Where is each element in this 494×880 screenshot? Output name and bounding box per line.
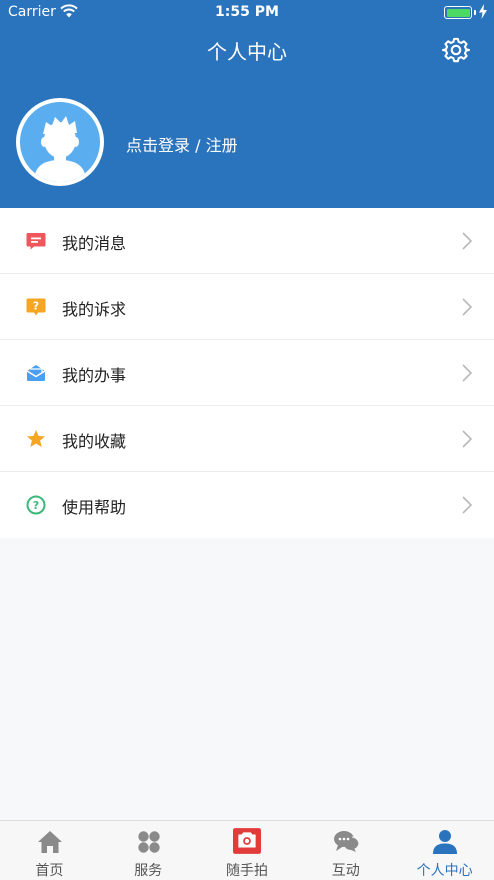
login-register-link[interactable]: 点击登录 / 注册	[126, 132, 238, 156]
tab-profile[interactable]: 个人中心	[395, 821, 494, 880]
menu-item-help[interactable]: ? 使用帮助	[0, 472, 494, 538]
menu-item-favorites[interactable]: 我的收藏	[0, 406, 494, 472]
user-avatar[interactable]	[16, 98, 104, 186]
chevron-right-icon	[462, 364, 472, 382]
chat-icon	[334, 831, 360, 854]
settings-gear-icon[interactable]	[442, 36, 470, 64]
question-box-icon: ?	[26, 298, 46, 316]
tab-interaction[interactable]: 互动	[296, 821, 395, 880]
status-bar: Carrier 1:55 PM	[0, 0, 494, 26]
profile-menu: 我的消息 ? 我的诉求 我的办事 我的收藏 ? 使用帮助	[0, 208, 494, 538]
tab-label-profile: 个人中心	[416, 863, 473, 879]
battery-icon	[444, 6, 472, 19]
menu-label-favorites: 我的收藏	[62, 432, 127, 451]
help-circle-icon: ?	[26, 495, 46, 515]
tab-label-services: 服务	[134, 863, 163, 879]
page-title: 个人中心	[207, 40, 287, 64]
menu-item-appeals[interactable]: ? 我的诉求	[0, 274, 494, 340]
home-icon	[38, 831, 62, 853]
tab-home[interactable]: 首页	[0, 821, 99, 880]
charging-icon	[479, 4, 487, 19]
svg-text:?: ?	[33, 300, 39, 313]
svg-text:?: ?	[33, 499, 39, 512]
tab-label-home: 首页	[35, 863, 64, 879]
person-icon	[433, 830, 458, 854]
chevron-right-icon	[462, 430, 472, 448]
menu-label-appeals: 我的诉求	[62, 300, 127, 319]
menu-item-affairs[interactable]: 我的办事	[0, 340, 494, 406]
menu-label-messages: 我的消息	[62, 234, 127, 253]
menu-item-messages[interactable]: 我的消息	[0, 208, 494, 274]
camera-icon	[232, 828, 261, 854]
chevron-right-icon	[462, 298, 472, 316]
chevron-right-icon	[462, 232, 472, 250]
bottom-tab-bar: 首页 服务 随手拍 互动 个人中心	[0, 820, 494, 880]
tab-label-snapshot: 随手拍	[225, 863, 268, 879]
star-icon	[27, 430, 45, 447]
chevron-right-icon	[462, 496, 472, 514]
tab-services[interactable]: 服务	[99, 821, 198, 880]
tab-label-interaction: 互动	[331, 863, 360, 879]
grid-icon	[138, 831, 160, 853]
tab-snapshot[interactable]: 随手拍	[198, 821, 297, 880]
status-time: 1:55 PM	[215, 4, 279, 20]
envelope-icon	[26, 365, 46, 381]
message-icon	[26, 233, 46, 250]
menu-label-help: 使用帮助	[62, 498, 127, 517]
menu-label-affairs: 我的办事	[62, 366, 127, 385]
default-avatar-icon	[34, 116, 86, 182]
battery-cap	[474, 10, 476, 15]
profile-header: Carrier 1:55 PM 个人中心 点击登录 / 注册	[0, 0, 494, 208]
